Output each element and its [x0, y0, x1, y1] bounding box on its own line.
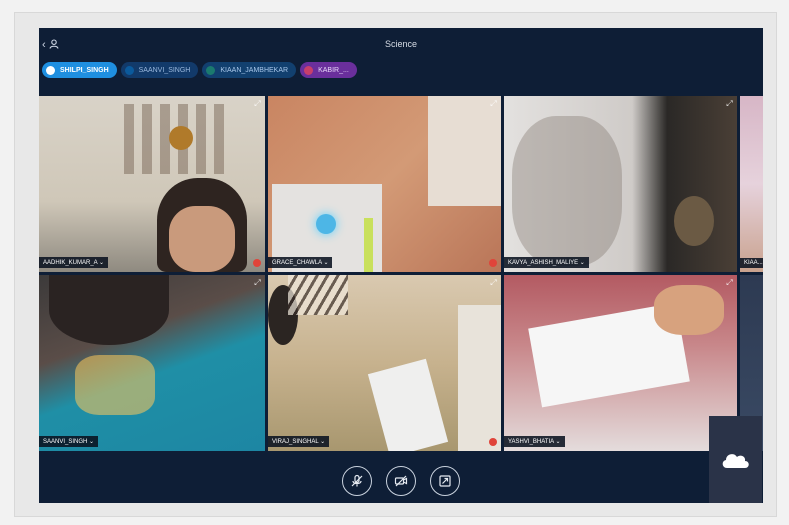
video-tile[interactable]: YASHVI_BHATIA ⌄ ⤢ [504, 275, 737, 451]
video-feed [39, 275, 265, 451]
expand-icon[interactable]: ⤢ [253, 99, 262, 108]
meeting-title: Science [384, 39, 418, 49]
expand-icon[interactable]: ⤢ [253, 278, 262, 287]
participant-chip-bar: SHILPI_SINGH SAANVI_SINGH KIAAN_JAMBHEKA… [42, 62, 357, 78]
video-feed [504, 275, 737, 451]
participant-chip[interactable]: KABIR_... [300, 62, 357, 78]
video-feed [504, 96, 737, 272]
expand-icon[interactable]: ⤢ [725, 99, 734, 108]
participant-name-label: KIAA... [740, 258, 763, 268]
mic-muted-icon [489, 259, 497, 267]
screen-share-button[interactable] [430, 466, 460, 496]
video-tile[interactable]: KIAA... [740, 96, 763, 272]
participant-chip[interactable]: SHILPI_SINGH [42, 62, 117, 78]
cloud-icon [722, 453, 749, 468]
participant-name-label: SAANVI_SINGH ⌄ [39, 436, 99, 447]
video-call-window: ‹ Science SHILPI_SINGH SAANVI_SINGH KIAA… [39, 28, 763, 503]
participant-name-label: AADHIK_KUMAR_A ⌄ [39, 257, 109, 268]
participant-name-label: VIRAJ_SINGHAL ⌄ [268, 436, 330, 447]
video-tile[interactable]: VIRAJ_SINGHAL ⌄ ⤢ [268, 275, 501, 451]
participant-name-label: GRACE_CHAWLA ⌄ [268, 257, 333, 268]
video-feed [268, 275, 501, 451]
video-tile[interactable]: GRACE_CHAWLA ⌄ ⤢ [268, 96, 501, 272]
participant-chip-label: SHILPI_SINGH [60, 66, 109, 74]
participant-chip[interactable]: SAANVI_SINGH [120, 62, 199, 78]
camera-off-icon [394, 475, 408, 487]
call-controls [39, 466, 763, 496]
microphone-toggle-button[interactable] [342, 466, 372, 496]
expand-icon[interactable]: ⤢ [489, 99, 498, 108]
mic-muted-icon [253, 259, 261, 267]
participant-name-label: YASHVI_BHATIA ⌄ [504, 436, 565, 447]
participant-chip-label: KIAAN_JAMBHEKAR [220, 66, 289, 74]
mic-muted-icon [489, 438, 497, 446]
participant-name-label: KAVYA_ASHISH_MALIYE ⌄ [504, 257, 589, 268]
participant-chip-label: SAANVI_SINGH [138, 66, 191, 74]
participant-chip-label: KABIR_... [318, 66, 349, 74]
video-tile[interactable]: AADHIK_KUMAR_A ⌄ ⤢ [39, 96, 265, 272]
screen-share-stop-icon [439, 475, 451, 487]
avatar [304, 65, 314, 75]
video-feed [39, 96, 265, 272]
top-bar: ‹ Science [39, 28, 763, 62]
avatar [206, 65, 216, 75]
video-feed [740, 96, 763, 272]
microphone-off-icon [351, 474, 363, 487]
avatar [124, 65, 134, 75]
avatar [46, 65, 55, 75]
video-tile[interactable]: SAANVI_SINGH ⌄ ⤢ [39, 275, 265, 451]
participant-chip[interactable]: KIAAN_JAMBHEKAR [202, 62, 297, 78]
expand-icon[interactable]: ⤢ [725, 278, 734, 287]
camera-toggle-button[interactable] [386, 466, 416, 496]
cloud-sync-button[interactable] [709, 416, 762, 503]
video-tile[interactable]: KAVYA_ASHISH_MALIYE ⌄ ⤢ [504, 96, 737, 272]
expand-icon[interactable]: ⤢ [489, 278, 498, 287]
video-feed [268, 96, 501, 272]
